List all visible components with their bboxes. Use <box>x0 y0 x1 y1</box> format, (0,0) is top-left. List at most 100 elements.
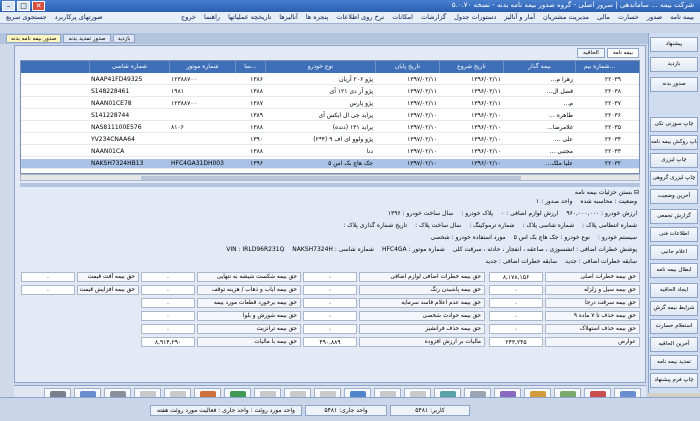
rate-value[interactable]: ۰ <box>489 324 543 334</box>
menu-item[interactable]: آمار و آنالیز <box>504 13 535 22</box>
sidebar-button[interactable]: چاپ لیزری گروهی <box>650 171 698 186</box>
table-row[interactable]: ۲۲۰۳۶ طاهره ... ۱۳۹۶/۰۲/۱۰ ۱۳۹۷/۰۲/۱۰ پراید … <box>21 111 639 121</box>
table-row[interactable]: ۲۲۰۳۲ علیا ملک... ۱۳۹۶/۰۲/۱۰ ۱۳۹۷/۰۲/۱۰ جک ه… <box>21 159 639 169</box>
rate-value[interactable]: ۰ <box>21 272 75 282</box>
top-tab[interactable]: بازدید <box>112 34 136 43</box>
menu-item[interactable]: گزارشات <box>421 13 446 22</box>
rate-label: حق بیمه شکست شیشه به تنهایی <box>197 272 301 282</box>
column-header[interactable]: شماره بیم... <box>575 61 623 73</box>
row-marker[interactable] <box>625 159 639 169</box>
menu-item[interactable]: امکانات <box>392 13 413 22</box>
column-header[interactable]: شماره موتور <box>169 61 235 73</box>
menu-item[interactable]: صدور <box>647 13 662 22</box>
rate-value[interactable]: ۰ <box>489 298 543 308</box>
panel-tab[interactable]: بیمه نامه <box>606 48 639 58</box>
row-marker[interactable] <box>625 87 639 97</box>
rate-value[interactable]: ۸,۱۷۸,۱۵۶ <box>489 272 543 282</box>
row-marker[interactable] <box>625 111 639 121</box>
sidebar-button[interactable]: گزارش تجمعی <box>650 209 698 224</box>
table-row[interactable]: ۲۲۰۳۵ غلامرضا... ۱۳۹۶/۰۲/۱۰ ۱۳۹۷/۰۲/۱۰ پراید… <box>21 123 639 133</box>
rate-value[interactable]: ۰ <box>141 285 195 295</box>
sidebar-button[interactable]: بازدید <box>650 57 698 72</box>
column-header[interactable]: شماره شاسی <box>89 61 169 73</box>
sidebar-button[interactable]: چاپ لیزری <box>650 153 698 168</box>
sidebar-button[interactable]: ایجاد الحاقیه <box>650 283 698 298</box>
sidebar-button[interactable]: پیشنهاد <box>650 37 698 52</box>
rate-value[interactable]: ۰ <box>303 272 357 282</box>
menu-item[interactable]: پنجره ها <box>306 13 328 22</box>
menu-item[interactable]: آنالیزها <box>279 13 298 22</box>
menu-item[interactable]: نرخ روی اطلاعات <box>336 13 384 22</box>
menu-item[interactable]: خسارت <box>618 13 639 22</box>
sidebar-button[interactable]: چاپ روکش بیمه نامه <box>650 135 698 150</box>
rate-value[interactable]: ۰ <box>489 285 543 295</box>
sidebar-button[interactable]: اطلاعات فنی <box>650 227 698 242</box>
table-row[interactable]: ۲۲۰۳۸ فضل ال... ۱۳۹۶/۰۲/۱۱ ۱۳۹۷/۰۲/۱۱ پژو آر… <box>21 87 639 97</box>
sidebar-button[interactable]: شرایط بیمه گرش <box>650 301 698 316</box>
cell-name: علیا ملک... <box>545 160 573 167</box>
rate-value[interactable]: ۰ <box>303 324 357 334</box>
row-marker[interactable] <box>625 123 639 133</box>
row-marker[interactable] <box>625 147 639 157</box>
rate-label: حق بیمه خطرات اضافی لوازم اضافی <box>359 272 485 282</box>
top-tab[interactable]: صدور تمدید بدنه <box>63 34 111 43</box>
cell-year: ۱۳۹۶ <box>250 160 263 167</box>
sidebar-button[interactable]: چاپ فرم پیشنهاد <box>650 373 698 388</box>
menu-item[interactable]: راهنما <box>204 13 220 22</box>
menu-item[interactable]: مالی <box>597 13 610 22</box>
sidebar-button[interactable]: ابطال بیمه نامه <box>650 263 698 278</box>
menu-item[interactable]: تاریخچه عملیاتها <box>228 13 271 22</box>
rate-value[interactable]: ۰ <box>141 311 195 321</box>
column-header[interactable]: بیمه گذار <box>503 61 575 73</box>
panel-tab[interactable]: الحاقیه <box>577 48 605 58</box>
detail-field: وضعیت : محاسبه شده <box>580 198 637 205</box>
sidebar-button[interactable]: تمدید بیمه نامه <box>650 355 698 370</box>
status-bar: کاربر: ۵۴۸۱ واحد جاری: ۵۴۸۱ واحد مورد رو… <box>0 397 700 421</box>
column-header[interactable]: نوع خودرو <box>265 61 375 73</box>
menu-quick-item[interactable]: جستجوی سریع <box>6 13 47 22</box>
rate-value[interactable]: ۰ <box>141 298 195 308</box>
column-header[interactable]: تاریخ شروع <box>439 61 503 73</box>
table-row[interactable]: ۲۲۰۳۷ م... ۱۳۹۶/۰۲/۱۱ ۱۳۹۷/۰۲/۱۱ پژو پارس ۱۳۸… <box>21 99 639 109</box>
sidebar-button[interactable]: چاپ سوزنی تکی <box>650 117 698 132</box>
row-marker[interactable] <box>625 135 639 145</box>
sidebar-button[interactable]: آخرین وضعیت <box>650 189 698 204</box>
sidebar-button[interactable]: آخرین الحاقیه <box>650 337 698 352</box>
scroll-thumb[interactable] <box>141 176 521 180</box>
minimize-icon[interactable]: – <box>2 1 15 11</box>
rate-value[interactable]: ۰ <box>141 272 195 282</box>
rate-value[interactable]: ۰ <box>489 311 543 321</box>
table-row[interactable]: ۲۲۰۳۴ علی ... ۱۳۹۶/۰۲/۱۰ ۱۳۹۷/۰۲/۱۰ پژو ولوو… <box>21 135 639 145</box>
rate-value[interactable]: ۲۴۳,۲۴۵ <box>489 337 543 347</box>
rate-value[interactable]: ۰ <box>303 311 357 321</box>
menu-item[interactable]: مدیریت مشتریان <box>543 13 589 22</box>
rate-value[interactable]: ۴۹۰,۸۸۹ <box>303 337 357 347</box>
row-marker[interactable] <box>625 99 639 109</box>
rate-value[interactable]: ۰ <box>303 285 357 295</box>
row-marker[interactable] <box>625 75 639 85</box>
table-row[interactable]: ۲۲۰۳۹ زهرا م... ۱۳۹۶/۰۲/۱۱ ۱۳۹۷/۰۲/۱۱ پژو ۲۰… <box>21 75 639 85</box>
detail-field: نوع خودرو : جک هاچ بک اس ۵ <box>513 234 590 241</box>
menu-item[interactable]: دستورات جدول <box>454 13 496 22</box>
rate-value[interactable]: ۸,۹۱۴,۲۹۰ <box>141 337 195 347</box>
splitter[interactable] <box>20 183 640 187</box>
menu-item[interactable]: بیمه نامه <box>670 13 694 22</box>
table-row[interactable]: ۲۲۰۳۳ مجتبی ... ۱۳۹۶/۰۲/۱۰ ۱۳۹۷/۰۲/۱۰ دنا ۱۳۸… <box>21 147 639 157</box>
sidebar-button[interactable]: صدور بدنه <box>650 77 698 92</box>
sidebar-button[interactable]: اعلام جانبی <box>650 245 698 260</box>
column-header[interactable]: سا... <box>235 61 265 73</box>
sidebar-button[interactable]: استعلام خسارت <box>650 319 698 334</box>
rate-value[interactable]: ۰ <box>303 298 357 308</box>
rate-value[interactable]: ۰ <box>141 324 195 334</box>
close-icon[interactable]: ✕ <box>32 1 45 11</box>
horizontal-scrollbar[interactable] <box>20 174 640 181</box>
collapse-icon[interactable]: ⊟ <box>632 189 639 196</box>
detail-toggle[interactable]: ⊟ بستن جزئیات بیمه نامه <box>575 189 639 196</box>
top-tab[interactable]: صدور بیمه نامه بدنه <box>6 34 62 43</box>
menu-quick-item[interactable]: صورتهای پرکاربرد <box>55 13 103 22</box>
maximize-icon[interactable]: □ <box>17 1 30 11</box>
cell-car: دنا <box>366 148 373 155</box>
column-header[interactable]: تاریخ پایان <box>375 61 439 73</box>
menu-item[interactable]: خروج <box>181 13 196 22</box>
rate-value[interactable]: ۰ <box>21 285 75 295</box>
